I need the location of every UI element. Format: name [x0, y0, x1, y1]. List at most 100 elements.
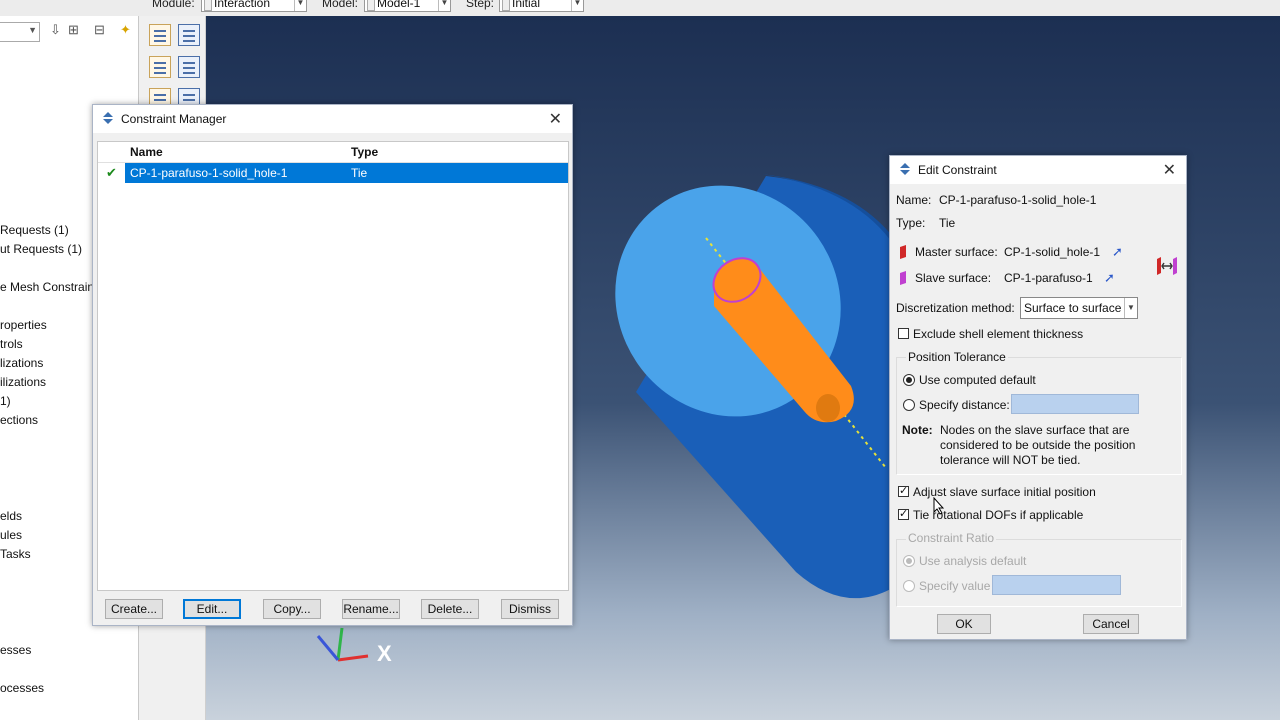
tree-item[interactable]: ilizations [0, 375, 46, 389]
checkmark-icon: ✔ [106, 165, 117, 180]
tree-item[interactable]: lizations [0, 356, 43, 370]
tree-item[interactable]: Requests (1) [0, 223, 69, 237]
step-value: Initial [512, 0, 541, 10]
exclude-shell-checkbox[interactable] [898, 328, 909, 339]
close-icon[interactable]: ✕ [549, 109, 562, 129]
specify-distance-input[interactable] [1011, 394, 1139, 414]
dialog-title: Constraint Manager [121, 112, 227, 126]
tree-item[interactable]: elds [0, 509, 22, 523]
spinner-icon [367, 0, 375, 11]
constraint-list[interactable]: Name Type ✔ CP-1-parafuso-1-solid_hole-1… [97, 141, 569, 591]
select-slave-icon[interactable]: ➚ [1104, 270, 1115, 286]
module-combo[interactable]: Interaction ▼ [201, 0, 307, 12]
row-type: Tie [351, 166, 368, 180]
dialog-title: Edit Constraint [918, 163, 997, 177]
module-value: Interaction [214, 0, 271, 10]
tree-item[interactable]: ections [0, 413, 38, 427]
specify-distance-label: Specify distance: [919, 398, 1010, 412]
lightbulb-icon[interactable]: ✦ [120, 22, 131, 38]
model-value: Model-1 [377, 0, 421, 10]
create-interaction-tool[interactable] [149, 24, 171, 46]
edit-constraint-titlebar: Edit Constraint ✕ [890, 156, 1186, 184]
delete-button[interactable]: Delete... [421, 599, 479, 619]
abaqus-icon [103, 112, 113, 124]
discretization-select[interactable]: Surface to surface ▼ [1020, 297, 1138, 319]
create-button[interactable]: Create... [105, 599, 163, 619]
tree-item[interactable]: Tasks [0, 547, 31, 561]
abaqus-icon [900, 163, 910, 175]
slave-surface-value: CP-1-parafuso-1 [1004, 271, 1093, 285]
specify-value-input[interactable] [992, 575, 1121, 595]
select-master-icon[interactable]: ➚ [1112, 244, 1123, 260]
table-row[interactable]: ✔ CP-1-parafuso-1-solid_hole-1 Tie [98, 163, 568, 183]
constraint-ratio-title: Constraint Ratio [906, 531, 997, 545]
create-property-tool[interactable] [149, 56, 171, 78]
copy-button[interactable]: Copy... [263, 599, 321, 619]
note-line-1: Nodes on the slave surface that are [940, 423, 1130, 437]
property-manager-tool[interactable] [178, 56, 200, 78]
use-computed-label: Use computed default [919, 373, 1036, 387]
spinner-icon [502, 0, 510, 11]
adjust-slave-checkbox[interactable]: ✓ [898, 486, 909, 497]
model-label: Model: [322, 0, 359, 10]
close-icon[interactable]: ✕ [1163, 160, 1176, 180]
triad-z-axis [316, 635, 340, 661]
chevron-down-icon: ▼ [1124, 298, 1137, 318]
module-label: Module: [152, 0, 195, 10]
tree-item[interactable]: esses [0, 643, 31, 657]
discretization-value: Surface to surface [1024, 301, 1122, 315]
tree-item[interactable]: ules [0, 528, 22, 542]
master-surface-icon [900, 245, 906, 259]
ok-button[interactable]: OK [937, 614, 991, 634]
bolt-end [816, 394, 840, 422]
chevron-down-icon: ▼ [294, 0, 306, 11]
specify-distance-radio[interactable] [903, 399, 915, 411]
tree-combo[interactable]: ▼ [0, 22, 40, 42]
note-label: Note: [902, 423, 933, 437]
specify-value-radio[interactable] [903, 580, 915, 592]
tree-item[interactable]: trols [0, 337, 23, 351]
tree-item[interactable]: ocesses [0, 681, 44, 695]
tie-rotational-checkbox[interactable]: ✓ [898, 509, 909, 520]
edit-button[interactable]: Edit... [183, 599, 241, 619]
use-computed-radio[interactable] [903, 374, 915, 386]
dismiss-button[interactable]: Dismiss [501, 599, 559, 619]
tree-item[interactable]: ut Requests (1) [0, 242, 82, 256]
interaction-manager-tool[interactable] [178, 24, 200, 46]
model-combo[interactable]: Model-1 ▼ [364, 0, 451, 12]
chevron-down-icon: ▼ [438, 0, 450, 11]
master-surface-value: CP-1-solid_hole-1 [1004, 245, 1101, 259]
tree-item[interactable]: roperties [0, 318, 47, 332]
position-tolerance-title: Position Tolerance [906, 350, 1008, 364]
discretization-label: Discretization method: [896, 301, 1015, 315]
type-value: Tie [939, 216, 956, 230]
tree-item[interactable]: e Mesh Constraint [0, 280, 97, 294]
chevron-down-icon: ▼ [571, 0, 583, 11]
expand-icon[interactable]: ⊞ [68, 22, 79, 38]
note-line-2: considered to be outside the position [940, 438, 1136, 452]
rename-button[interactable]: Rename... [342, 599, 400, 619]
name-label: Name: [896, 193, 932, 207]
note-line-3: tolerance will NOT be tied. [940, 453, 1081, 467]
step-combo[interactable]: Initial ▼ [499, 0, 584, 12]
chevron-down-icon: ▼ [28, 25, 37, 35]
tree-item[interactable]: 1) [0, 394, 11, 408]
edit-constraint-dialog: Edit Constraint ✕ Name: CP-1-parafuso-1-… [889, 155, 1187, 640]
column-header-name[interactable]: Name [130, 145, 163, 159]
column-header-type[interactable]: Type [351, 145, 378, 159]
filter-icon[interactable]: ⇩ [50, 22, 61, 38]
collapse-icon[interactable]: ⊟ [94, 22, 105, 38]
swap-surfaces-icon[interactable] [1155, 256, 1179, 276]
specify-value-label: Specify value [919, 579, 991, 593]
row-name: CP-1-parafuso-1-solid_hole-1 [130, 166, 288, 180]
triad-x-axis [337, 654, 369, 662]
slave-surface-label: Slave surface: [915, 271, 992, 285]
use-analysis-radio[interactable] [903, 555, 915, 567]
slave-surface-icon [900, 271, 906, 285]
mouse-pointer-icon [933, 497, 945, 515]
master-surface-label: Master surface: [915, 245, 998, 259]
cancel-button[interactable]: Cancel [1083, 614, 1139, 634]
context-toolbar: Module: Interaction ▼ Model: Model-1 ▼ S… [0, 0, 1280, 16]
constraint-manager-dialog: Constraint Manager ✕ Name Type ✔ CP-1-pa… [92, 104, 573, 626]
spinner-icon [204, 0, 212, 11]
